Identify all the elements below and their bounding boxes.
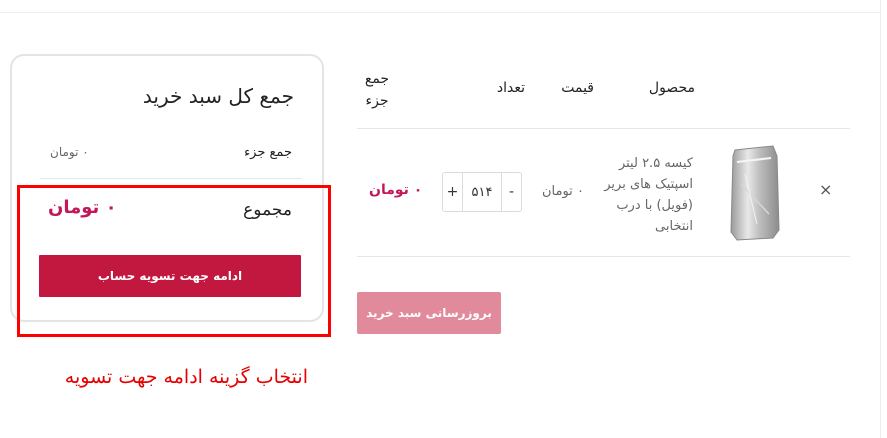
- quantity-plus-button[interactable]: +: [443, 173, 463, 211]
- header-price: قیمت: [561, 80, 594, 96]
- proceed-to-checkout-button[interactable]: ادامه جهت تسویه حساب: [39, 255, 301, 297]
- cart-totals-title: جمع کل سبد خرید: [142, 84, 294, 108]
- top-divider: [0, 12, 880, 13]
- totals-divider: [40, 178, 302, 179]
- totals-total-label: مجموع: [243, 200, 292, 220]
- row-divider: [357, 256, 850, 257]
- header-subtotal: جمع جزء: [364, 71, 390, 109]
- product-price: ۰ تومان: [542, 184, 584, 199]
- header-product: محصول: [648, 80, 695, 96]
- close-icon[interactable]: ×: [819, 180, 832, 199]
- quantity-stepper: + -: [442, 172, 522, 212]
- cart-totals-card: جمع کل سبد خرید جمع جزء ۰ تومان مجموع ۰ …: [10, 54, 324, 322]
- product-name[interactable]: کیسه ۲.۵ لیتر اسپتیک های بریر (فویل) با …: [597, 153, 693, 237]
- product-subtotal: ۰ تومان: [369, 182, 423, 198]
- header-divider: [357, 128, 850, 129]
- annotation-text: انتخاب گزینه ادامه جهت تسویه: [64, 366, 308, 388]
- header-quantity: تعداد: [496, 80, 525, 96]
- totals-subtotal-label: جمع جزء: [244, 145, 292, 160]
- totals-total-value: ۰ تومان: [48, 197, 117, 218]
- update-cart-button[interactable]: بروزرسانی سبد خرید: [357, 292, 501, 334]
- quantity-minus-button[interactable]: -: [501, 173, 521, 211]
- product-image[interactable]: [727, 144, 783, 242]
- right-divider: [880, 0, 881, 438]
- totals-subtotal-value: ۰ تومان: [50, 145, 89, 159]
- quantity-input[interactable]: [463, 173, 501, 211]
